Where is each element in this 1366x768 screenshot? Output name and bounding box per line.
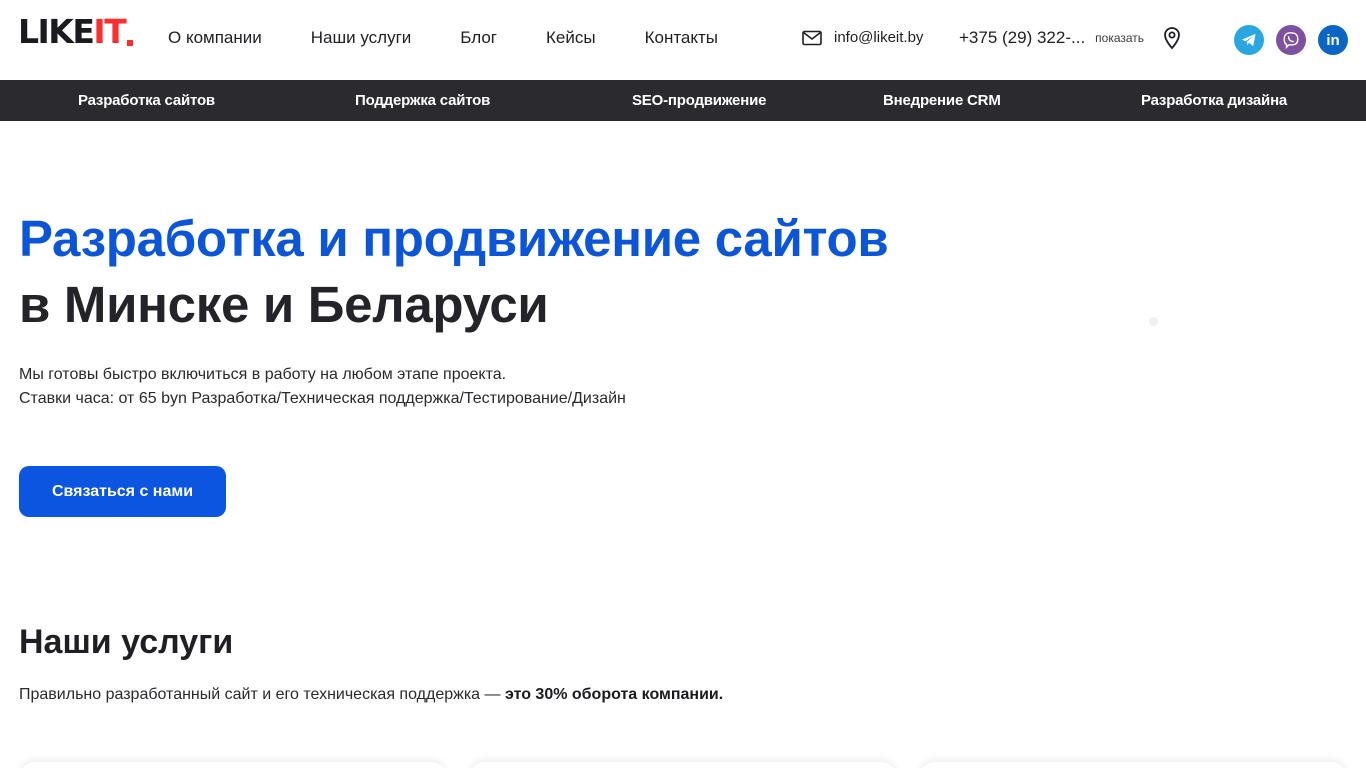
- email-text: info@likeit.by: [834, 29, 924, 46]
- hero-title-line1: Разработка и продвижение сайтов: [19, 210, 889, 267]
- logo-it-text: IT: [93, 12, 126, 51]
- subnav-item-seo[interactable]: SEO-продвижение: [632, 80, 766, 121]
- main-nav: О компании Наши услуги Блог Кейсы Контак…: [168, 28, 718, 48]
- mail-icon: [802, 30, 822, 46]
- decorative-dot: [1149, 317, 1158, 326]
- email-link[interactable]: info@likeit.by: [802, 28, 923, 48]
- nav-item-about[interactable]: О компании: [168, 28, 262, 48]
- subnav-item-web-development[interactable]: Разработка сайтов: [78, 80, 215, 121]
- service-card[interactable]: [19, 762, 447, 768]
- linkedin-glyph: in: [1326, 31, 1340, 49]
- subnav-item-crm[interactable]: Внедрение CRM: [883, 80, 1001, 121]
- viber-icon[interactable]: [1276, 25, 1306, 55]
- show-phone-button[interactable]: показать: [1095, 28, 1144, 48]
- subnav-item-site-support[interactable]: Поддержка сайтов: [355, 80, 490, 121]
- services-subtitle: Правильно разработанный сайт и его техни…: [19, 685, 723, 705]
- map-pin-icon[interactable]: [1162, 26, 1182, 50]
- services-subtitle-bold: это 30% оборота компании.: [504, 686, 724, 703]
- hero-description-line1: Мы готовы быстро включиться в работу на …: [19, 366, 507, 383]
- phone-number[interactable]: +375 (29) 322-...: [959, 28, 1085, 48]
- subnav-item-design[interactable]: Разработка дизайна: [1141, 80, 1287, 121]
- telegram-glyph: [1242, 33, 1256, 47]
- nav-item-blog[interactable]: Блог: [460, 28, 497, 48]
- telegram-icon[interactable]: [1234, 25, 1264, 55]
- contact-us-button[interactable]: Связаться с нами: [19, 466, 226, 517]
- services-title: Наши услуги: [19, 623, 234, 661]
- logo-like-text: LIKE: [18, 12, 95, 51]
- site-header: LIKE IT О компании Наши услуги Блог Кейсы…: [0, 0, 1366, 80]
- viber-glyph: [1283, 32, 1299, 49]
- logo-dot: [127, 40, 134, 46]
- phone-block: +375 (29) 322-... показать: [959, 28, 1144, 48]
- logo[interactable]: LIKE IT: [18, 12, 134, 51]
- linkedin-icon[interactable]: in: [1318, 25, 1348, 55]
- nav-item-contacts[interactable]: Контакты: [645, 28, 718, 48]
- hero-description-line2: Ставки часа: от 65 byn Разработка/Технич…: [19, 390, 626, 407]
- nav-item-services[interactable]: Наши услуги: [311, 28, 412, 48]
- nav-item-cases[interactable]: Кейсы: [546, 28, 596, 48]
- services-subnav: Разработка сайтов Поддержка сайтов SEO-п…: [0, 80, 1366, 121]
- hero-title-line2: в Минске и Беларуси: [19, 276, 549, 333]
- service-card[interactable]: [469, 762, 897, 768]
- services-subtitle-regular: Правильно разработанный сайт и его техни…: [19, 686, 505, 703]
- service-card[interactable]: [919, 762, 1347, 768]
